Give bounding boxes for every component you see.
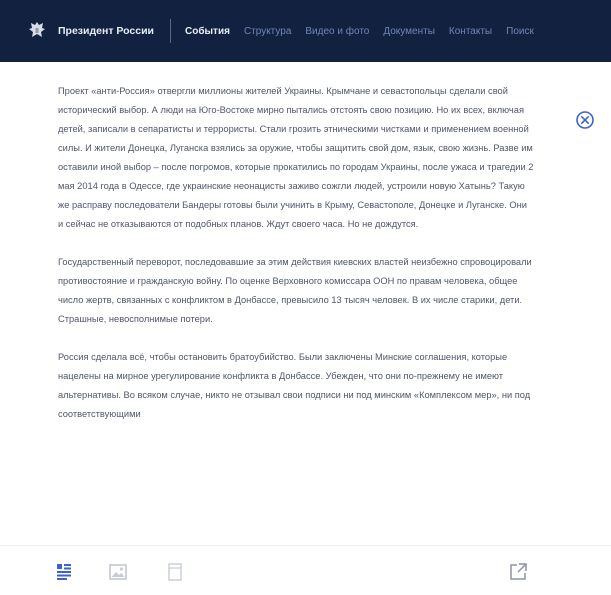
top-navigation-bar: Президент России События Структура Видео…: [0, 0, 611, 62]
nav-item-video-photo[interactable]: Видео и фото: [305, 26, 369, 37]
nav-divider: [170, 19, 171, 43]
article-paragraph-3: Россия сделала всё, чтобы остановить бра…: [58, 352, 531, 419]
nav-item-contacts[interactable]: Контакты: [449, 26, 492, 37]
nav-item-documents[interactable]: Документы: [383, 26, 435, 37]
article-paragraph-1: Проект «анти-Россия» отвергли миллионы ж…: [58, 86, 534, 229]
article-body: Проект «анти-Россия» отвергли миллионы ж…: [58, 82, 534, 542]
article-paragraph-2: Государственный переворот, последовавшие…: [58, 257, 532, 324]
image-view-button[interactable]: [107, 561, 129, 583]
site-title[interactable]: Президент России: [58, 25, 154, 37]
nav-item-events[interactable]: События: [185, 26, 230, 37]
double-headed-eagle-emblem-icon[interactable]: [26, 19, 48, 43]
text-view-button[interactable]: [53, 561, 75, 583]
main-nav: События Структура Видео и фото Документы…: [185, 26, 534, 37]
share-icon: [510, 563, 527, 580]
close-circle-icon: [576, 111, 594, 129]
share-button[interactable]: [507, 561, 529, 583]
bottom-toolbar: [0, 545, 611, 595]
page-view-icon: [168, 563, 182, 581]
nav-item-search[interactable]: Поиск: [506, 26, 534, 37]
page-view-button[interactable]: [164, 561, 186, 583]
nav-item-structure[interactable]: Структура: [244, 26, 291, 37]
image-view-icon: [109, 564, 127, 580]
text-view-icon: [57, 564, 71, 580]
close-button[interactable]: [574, 109, 596, 131]
